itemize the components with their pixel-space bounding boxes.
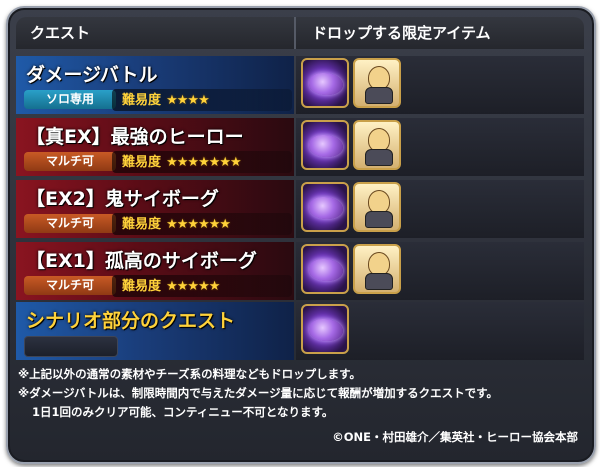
notes: ※上記以外の通常の素材やチーズ系の料理などもドロップします。 ※ダメージバトルは…	[18, 365, 498, 422]
material-icon[interactable]	[301, 120, 349, 170]
quest-info: シナリオ部分のクエスト	[16, 302, 294, 360]
quest-row-ex1[interactable]: 【EX1】孤高のサイボーグ マルチ可 難易度 ★★★★★	[16, 242, 584, 300]
blank-badge	[24, 336, 118, 357]
drop-column-header: ドロップする限定アイテム	[294, 17, 584, 49]
drop-items	[296, 180, 584, 238]
multi-badge: マルチ可	[24, 276, 116, 295]
quest-info: 【真EX】最強のヒーロー マルチ可 難易度 ★★★★★★★	[16, 118, 294, 176]
difficulty: 難易度 ★★★★★★★	[112, 151, 292, 173]
hero-icon[interactable]	[353, 120, 401, 170]
note-line: ※ダメージバトルは、制限時間内で与えたダメージ量に応じて報酬が増加するクエストで…	[18, 386, 499, 400]
note-line: 1日1回のみクリア可能、コンティニュー不可となります。	[32, 405, 334, 419]
drop-items	[296, 56, 584, 114]
difficulty-stars: ★★★★	[166, 93, 210, 108]
quest-title: ダメージバトル	[26, 64, 158, 86]
material-icon[interactable]	[301, 304, 349, 354]
quest-column-header: クエスト	[16, 17, 294, 49]
quest-title: シナリオ部分のクエスト	[26, 310, 236, 332]
hero-icon[interactable]	[353, 244, 401, 294]
difficulty: 難易度 ★★★★★	[112, 275, 292, 297]
quest-row-ex2[interactable]: 【EX2】鬼サイボーグ マルチ可 難易度 ★★★★★★	[16, 180, 584, 238]
multi-badge: マルチ可	[24, 152, 116, 171]
quest-info: 【EX1】孤高のサイボーグ マルチ可 難易度 ★★★★★	[16, 242, 294, 300]
difficulty-stars: ★★★★★★★	[166, 155, 242, 170]
drop-items	[296, 302, 584, 360]
difficulty-label: 難易度	[122, 155, 162, 170]
difficulty-label: 難易度	[122, 93, 162, 108]
quest-row-damage-battle[interactable]: ダメージバトル ソロ専用 難易度 ★★★★	[16, 56, 584, 114]
difficulty: 難易度 ★★★★★★	[112, 213, 292, 235]
difficulty-label: 難易度	[122, 279, 162, 294]
copyright: ©ONE・村田雄介／集英社・ヒーロー協会本部	[332, 430, 578, 444]
material-icon[interactable]	[301, 58, 349, 108]
drop-items	[296, 118, 584, 176]
solo-badge: ソロ専用	[24, 90, 116, 109]
difficulty-stars: ★★★★★	[166, 279, 220, 294]
quest-info: 【EX2】鬼サイボーグ マルチ可 難易度 ★★★★★★	[16, 180, 294, 238]
hero-icon[interactable]	[353, 182, 401, 232]
multi-badge: マルチ可	[24, 214, 116, 233]
quest-title: 【真EX】最強のヒーロー	[26, 126, 244, 148]
quest-title: 【EX2】鬼サイボーグ	[26, 188, 219, 210]
hero-icon[interactable]	[353, 58, 401, 108]
difficulty-stars: ★★★★★★	[166, 217, 231, 232]
quest-title: 【EX1】孤高のサイボーグ	[26, 250, 257, 272]
material-icon[interactable]	[301, 182, 349, 232]
table-header: クエスト ドロップする限定アイテム	[16, 17, 584, 49]
quest-info: ダメージバトル ソロ専用 難易度 ★★★★	[16, 56, 294, 114]
note-line: ※上記以外の通常の素材やチーズ系の料理などもドロップします。	[18, 367, 361, 381]
drop-items	[296, 242, 584, 300]
difficulty: 難易度 ★★★★	[112, 89, 292, 111]
difficulty-label: 難易度	[122, 217, 162, 232]
quest-row-scenario[interactable]: シナリオ部分のクエスト	[16, 302, 584, 360]
quest-row-true-ex[interactable]: 【真EX】最強のヒーロー マルチ可 難易度 ★★★★★★★	[16, 118, 584, 176]
material-icon[interactable]	[301, 244, 349, 294]
